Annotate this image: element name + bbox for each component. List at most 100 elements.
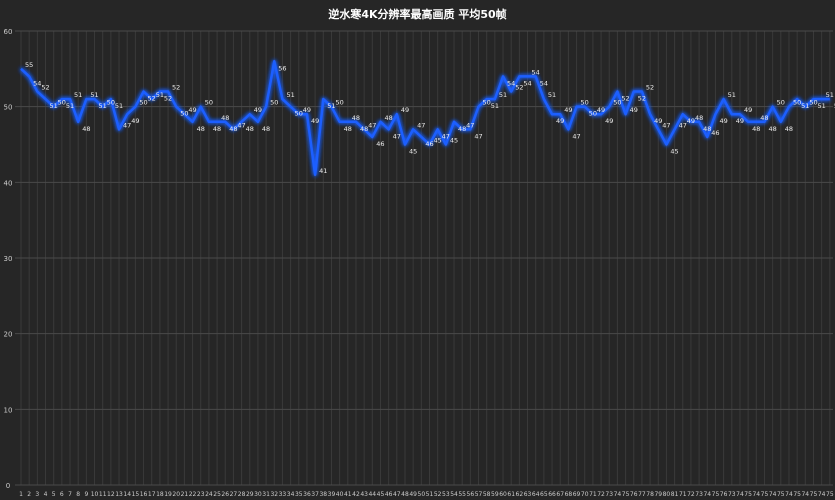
data-label: 49	[564, 106, 572, 114]
x-tick-label: 74	[752, 491, 760, 498]
x-tick-label: 77	[638, 491, 646, 498]
x-tick-label: 11	[99, 491, 107, 498]
x-tick-label: 37	[311, 491, 319, 498]
data-label: 49	[744, 106, 752, 114]
data-label: 51	[50, 102, 58, 110]
x-tick-label: 76	[630, 491, 638, 498]
data-label: 47	[662, 121, 670, 129]
data-label: 51	[817, 102, 825, 110]
x-tick-label: 3	[35, 491, 39, 498]
x-tick-label: 21	[181, 491, 189, 498]
data-label: 54	[507, 79, 515, 87]
x-tick-label: 75	[622, 491, 630, 498]
x-tick-label: 1	[19, 491, 23, 498]
data-label: 48	[246, 125, 254, 133]
x-tick-label: 72	[597, 491, 605, 498]
x-tick-label: 75	[777, 491, 785, 498]
data-label: 48	[229, 125, 237, 133]
x-tick-label: 50	[418, 491, 426, 498]
data-label: 48	[458, 125, 466, 133]
x-tick-label: 75	[826, 491, 834, 498]
x-tick-label: 25	[213, 491, 221, 498]
x-tick-label: 30	[254, 491, 262, 498]
data-label: 52	[515, 84, 523, 92]
data-label: 50	[613, 99, 621, 107]
data-label: 47	[442, 132, 450, 140]
x-tick-label: 2	[27, 491, 31, 498]
data-label: 51	[548, 91, 556, 99]
data-label: 50	[295, 110, 303, 118]
data-label: 51	[66, 102, 74, 110]
x-tick-label: 74	[801, 491, 809, 498]
data-label: 50	[581, 99, 589, 107]
data-label: 45	[670, 148, 678, 156]
data-label: 51	[728, 91, 736, 99]
data-label: 52	[621, 95, 629, 103]
x-tick-label: 74	[736, 491, 744, 498]
data-label: 48	[752, 125, 760, 133]
data-label: 46	[711, 129, 719, 137]
data-label: 55	[25, 61, 33, 69]
x-tick-label: 67	[556, 491, 564, 498]
x-tick-label: 74	[614, 491, 622, 498]
x-tick-label: 73	[605, 491, 613, 498]
data-label: 49	[654, 117, 662, 125]
x-tick-label: 20	[172, 491, 180, 498]
data-label: 50	[483, 99, 491, 107]
data-label: 52	[41, 84, 49, 92]
data-label: 49	[630, 106, 638, 114]
x-tick-label: 48	[401, 491, 409, 498]
data-label: 50	[107, 99, 115, 107]
data-label: 51	[286, 91, 294, 99]
data-label: 47	[368, 121, 376, 129]
data-label: 49	[188, 106, 196, 114]
x-tick-label: 75	[810, 491, 818, 498]
data-label: 51	[156, 91, 164, 99]
data-label: 49	[719, 117, 727, 125]
data-label: 51	[826, 91, 834, 99]
data-label: 50	[270, 99, 278, 107]
x-tick-label: 18	[156, 491, 164, 498]
x-tick-label: 59	[491, 491, 499, 498]
data-label: 52	[172, 84, 180, 92]
data-label: 48	[760, 114, 768, 122]
x-tick-label: 74	[769, 491, 777, 498]
x-tick-label: 43	[360, 491, 368, 498]
x-tick-label: 75	[744, 491, 752, 498]
x-tick-label: 58	[483, 491, 491, 498]
data-label: 48	[703, 125, 711, 133]
data-label: 45	[434, 137, 442, 145]
data-label: 47	[679, 121, 687, 129]
x-tick-label: 78	[646, 491, 654, 498]
data-label: 45	[450, 137, 458, 145]
x-tick-label: 45	[377, 491, 385, 498]
x-tick-label: 19	[164, 491, 172, 498]
x-tick-label: 33	[279, 491, 287, 498]
data-label: 51	[115, 102, 123, 110]
x-tick-label: 24	[205, 491, 213, 498]
x-tick-label: 12	[107, 491, 115, 498]
data-label: 49	[556, 117, 564, 125]
data-label: 54	[540, 79, 548, 87]
data-label: 52	[646, 84, 654, 92]
data-label: 51	[90, 91, 98, 99]
data-label: 48	[221, 114, 229, 122]
data-label: 48	[82, 125, 90, 133]
data-label: 47	[237, 121, 245, 129]
x-tick-label: 73	[695, 491, 703, 498]
y-tick-label: 60	[4, 28, 13, 36]
x-tick-label: 10	[91, 491, 99, 498]
x-tick-label: 5	[52, 491, 56, 498]
x-tick-label: 80	[663, 491, 671, 498]
x-tick-label: 40	[336, 491, 344, 498]
data-label: 49	[736, 117, 744, 125]
x-tick-label: 26	[221, 491, 229, 498]
data-label: 47	[393, 132, 401, 140]
data-label: 48	[352, 114, 360, 122]
x-tick-label: 44	[368, 491, 376, 498]
x-tick-label: 4	[44, 491, 48, 498]
x-tick-label: 70	[581, 491, 589, 498]
data-label: 54	[33, 79, 41, 87]
data-label: 48	[213, 125, 221, 133]
data-label: 50	[793, 99, 801, 107]
